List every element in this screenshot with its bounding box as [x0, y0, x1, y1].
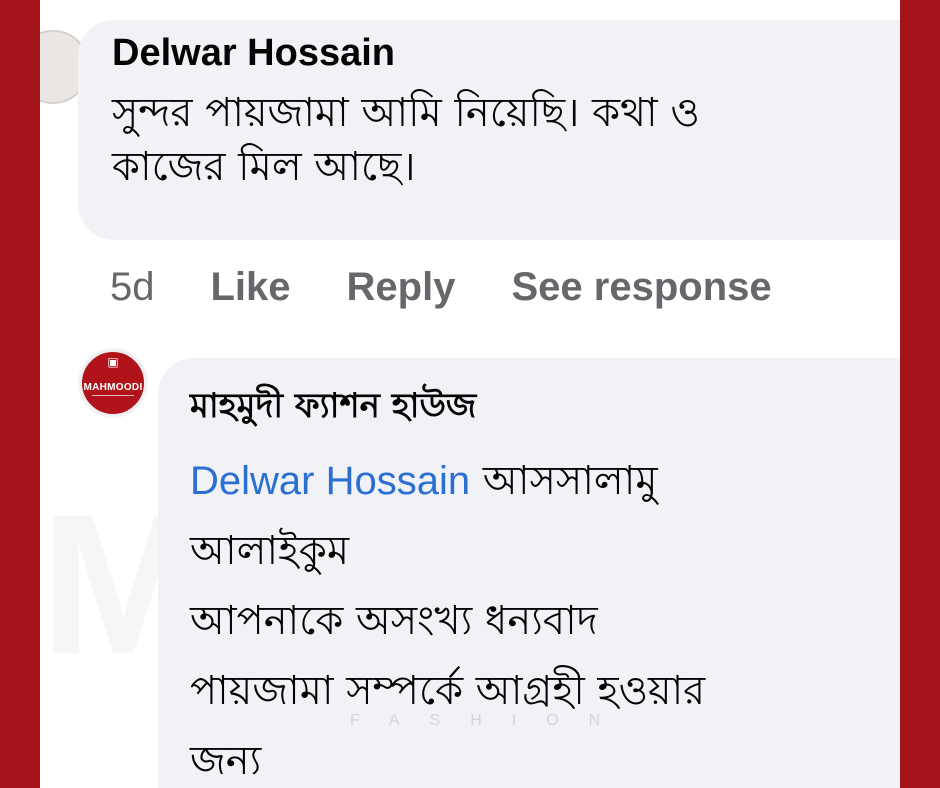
avatar-logo-text: MAHMOODI — [83, 382, 143, 393]
reply-text: Delwar Hossain আসসালামু আলাইকুম আপনাকে অ… — [190, 446, 890, 788]
reply-text-line: আপনাকে অসংখ্য ধন্যবাদ — [190, 598, 598, 644]
reply-text-line: Delwar Hossain আসসালামু — [190, 446, 890, 516]
comment-actions: 5d Like Reply See response — [110, 262, 828, 312]
reply-text-line: জন্য — [190, 738, 262, 784]
comment-author[interactable]: Delwar Hossain — [112, 32, 395, 75]
page-avatar[interactable]: ▣ MAHMOODI — [80, 350, 146, 416]
comment-text: সুন্দর পায়জামা আমি নিয়েছি। কথা ও কাজের… — [112, 86, 900, 194]
mention-link[interactable]: Delwar Hossain — [190, 459, 470, 503]
reply-text-line: আলাইকুম — [190, 528, 350, 574]
comment-panel: MAHMOODI Delwar Hossain সুন্দর পায়জামা … — [40, 0, 900, 788]
comment-timestamp[interactable]: 5d — [110, 265, 155, 310]
see-response-button[interactable]: See response — [511, 265, 771, 310]
comment-text-line: কাজের মিল আছে। — [112, 144, 416, 190]
reply-text-fragment: আসসালামু — [470, 458, 658, 504]
comment-text-line: সুন্দর পায়জামা আমি নিয়েছি। কথা ও — [112, 90, 700, 136]
like-button[interactable]: Like — [211, 265, 291, 310]
left-frame-border — [0, 0, 40, 788]
reply-author[interactable]: মাহমুদী ফ্যাশন হাউজ — [190, 380, 476, 437]
reply-button[interactable]: Reply — [347, 265, 456, 310]
right-frame-border — [900, 0, 940, 788]
watermark-subtext: FASHION — [350, 712, 631, 729]
brand-logo-icon: ▣ — [107, 355, 119, 369]
avatar-logo-divider — [92, 395, 134, 396]
